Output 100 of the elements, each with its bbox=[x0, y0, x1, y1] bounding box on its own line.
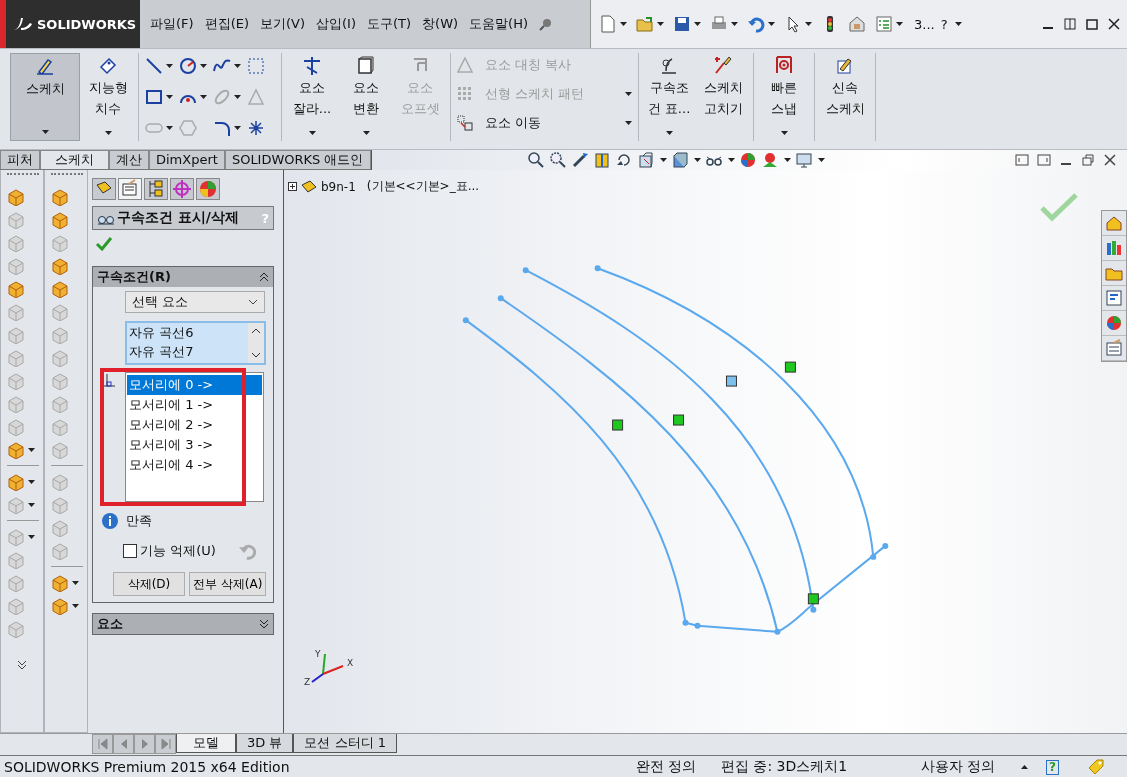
menu-item[interactable]: 창(W) bbox=[422, 15, 459, 33]
display-pane-icon[interactable] bbox=[794, 151, 813, 169]
ribbon-button[interactable]: 지능형 치수 bbox=[82, 53, 134, 141]
appearance-icon[interactable] bbox=[738, 151, 757, 169]
caret-icon[interactable] bbox=[200, 64, 207, 69]
caret-icon[interactable] bbox=[693, 158, 701, 162]
configuration-icon[interactable] bbox=[146, 179, 166, 199]
caret-icon[interactable] bbox=[362, 131, 370, 135]
crosshair-icon[interactable] bbox=[172, 179, 192, 199]
list-item[interactable]: 모서리에 4 -> bbox=[127, 455, 262, 475]
view-orientation-icon[interactable] bbox=[636, 151, 655, 169]
caret-icon[interactable] bbox=[659, 158, 667, 162]
caret-icon[interactable] bbox=[805, 22, 812, 26]
collapse-icon[interactable] bbox=[259, 272, 269, 282]
cube-icon[interactable] bbox=[7, 187, 25, 206]
cube-icon[interactable] bbox=[51, 210, 69, 229]
cube-icon[interactable] bbox=[51, 256, 69, 275]
caret-icon[interactable] bbox=[896, 22, 903, 26]
caret-icon[interactable] bbox=[694, 22, 701, 26]
property-sheet-icon[interactable] bbox=[120, 179, 140, 199]
command-tab[interactable]: DimXpert bbox=[149, 150, 225, 169]
expand-icon[interactable] bbox=[17, 660, 27, 670]
caret-icon[interactable] bbox=[768, 22, 775, 26]
checkbox[interactable] bbox=[123, 544, 137, 558]
list-item[interactable]: 자유 곡선7 bbox=[127, 342, 248, 361]
overflow-button[interactable]: 3... bbox=[914, 16, 935, 32]
asterisk-icon[interactable] bbox=[247, 118, 265, 137]
save-icon[interactable] bbox=[673, 15, 691, 33]
menu-item[interactable]: 삽입(I) bbox=[316, 15, 356, 33]
custom-properties-icon[interactable] bbox=[1105, 339, 1123, 357]
caret-icon[interactable] bbox=[657, 22, 664, 26]
menu-item[interactable]: 편집(E) bbox=[204, 15, 249, 33]
section-header[interactable]: 구속조건(R) bbox=[93, 267, 273, 287]
cube-icon[interactable] bbox=[7, 279, 25, 298]
caret-icon[interactable] bbox=[166, 95, 173, 99]
selection-list[interactable]: 자유 곡선6 자유 곡선7 bbox=[125, 321, 266, 365]
restore-icon[interactable] bbox=[1081, 153, 1095, 167]
bottom-tab[interactable]: 모델 bbox=[176, 734, 236, 753]
list-item[interactable]: 모서리에 0 -> bbox=[127, 375, 262, 395]
ribbon-button[interactable]: 스케치 고치기 bbox=[697, 53, 749, 141]
split-left-icon[interactable] bbox=[1015, 153, 1029, 167]
appearance-icon[interactable] bbox=[1105, 314, 1123, 332]
command-tab[interactable]: SOLIDWORKS 애드인 bbox=[224, 150, 371, 169]
section-header[interactable]: 요소 bbox=[93, 614, 273, 634]
caret-icon[interactable] bbox=[234, 125, 241, 130]
section-view-icon[interactable] bbox=[592, 151, 611, 169]
command-tab[interactable]: 스케치 bbox=[40, 150, 109, 169]
menu-item[interactable]: 도구(T) bbox=[367, 15, 412, 33]
caret-icon[interactable] bbox=[780, 131, 788, 135]
filter-dropdown[interactable]: 선택 요소 bbox=[125, 291, 265, 313]
library-icon[interactable] bbox=[1105, 239, 1123, 257]
caret-icon[interactable] bbox=[954, 22, 962, 26]
view-palette-icon[interactable] bbox=[1105, 289, 1123, 307]
list-item[interactable]: 모서리에 1 -> bbox=[127, 395, 262, 415]
ribbon-button[interactable]: 구속조 건 표... bbox=[643, 53, 695, 141]
tile-icon[interactable] bbox=[1063, 17, 1077, 31]
home-icon[interactable] bbox=[1105, 214, 1123, 232]
ribbon-button[interactable]: 요소 잘라... bbox=[286, 53, 338, 141]
caret-icon[interactable] bbox=[731, 22, 738, 26]
rectangle-icon[interactable] bbox=[145, 88, 163, 106]
split-right-icon[interactable] bbox=[1037, 153, 1051, 167]
bottom-tab[interactable]: 3D 뷰 bbox=[236, 734, 294, 753]
action-button[interactable]: 전부 삭제(A) bbox=[189, 572, 267, 596]
scroll-down-icon[interactable] bbox=[251, 352, 261, 358]
line-icon[interactable] bbox=[145, 57, 163, 76]
ribbon-button[interactable]: 빠른 스냅 bbox=[758, 53, 810, 141]
expand-node-icon[interactable] bbox=[288, 182, 297, 191]
menu-item[interactable]: 보기(V) bbox=[260, 15, 306, 33]
circle-icon[interactable] bbox=[179, 57, 197, 76]
close-icon[interactable] bbox=[1103, 153, 1117, 167]
scroll-up-icon[interactable] bbox=[251, 328, 261, 334]
help-button[interactable]: ? bbox=[940, 16, 948, 32]
list-item[interactable]: 모서리에 3 -> bbox=[127, 435, 262, 455]
checklist-icon[interactable] bbox=[875, 15, 893, 33]
ribbon-button[interactable]: 신속 스케치 bbox=[819, 53, 871, 141]
ribbon-button[interactable]: 요소 변환 bbox=[340, 53, 392, 141]
caret-icon[interactable] bbox=[817, 158, 825, 162]
bottom-tab[interactable]: 모션 스터디 1 bbox=[293, 734, 397, 753]
cube-icon[interactable] bbox=[51, 279, 69, 298]
caret-icon[interactable] bbox=[308, 131, 316, 135]
expand-icon[interactable] bbox=[259, 619, 269, 629]
caret-icon[interactable] bbox=[72, 603, 79, 608]
ribbon-button[interactable]: 요소 이동 bbox=[457, 114, 632, 132]
caret-icon[interactable] bbox=[200, 95, 207, 99]
caret-icon[interactable] bbox=[41, 130, 49, 134]
caret-icon[interactable] bbox=[783, 158, 791, 162]
caret-icon[interactable] bbox=[620, 22, 627, 26]
list-item[interactable]: 모서리에 2 -> bbox=[127, 415, 262, 435]
restore-icon[interactable] bbox=[1085, 17, 1099, 31]
undo-icon[interactable] bbox=[747, 15, 765, 33]
command-tab[interactable]: 계산 bbox=[109, 150, 149, 169]
menu-item[interactable]: 도움말(H) bbox=[469, 15, 529, 33]
display-style-icon[interactable] bbox=[670, 151, 689, 169]
tag-icon[interactable] bbox=[1087, 758, 1105, 776]
zoom-area-icon[interactable] bbox=[548, 151, 567, 169]
confirm-icon[interactable] bbox=[95, 235, 113, 251]
caret-icon[interactable] bbox=[166, 64, 173, 69]
caret-icon[interactable] bbox=[665, 131, 673, 135]
appearance-icon[interactable] bbox=[198, 179, 218, 199]
caret-icon[interactable] bbox=[28, 479, 35, 484]
